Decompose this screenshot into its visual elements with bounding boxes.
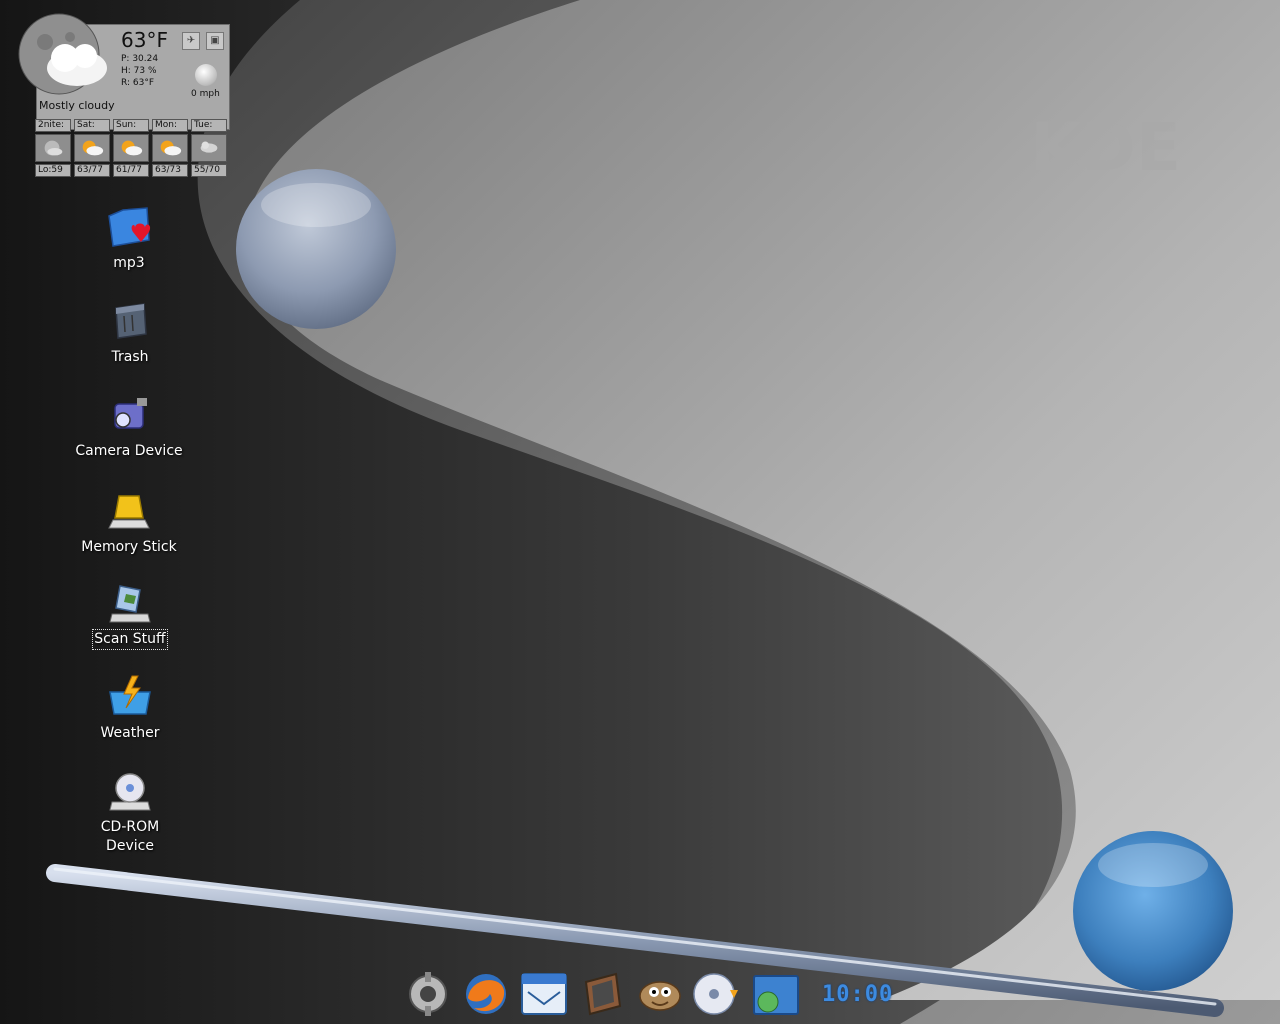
weather-radar-button[interactable]: ▣	[206, 32, 224, 50]
desktop-icon-memory-stick[interactable]: Memory Stick	[74, 488, 184, 557]
sun-cloud-icon	[113, 134, 149, 162]
cdrom-icon	[109, 773, 151, 811]
desktop-icon-label: Memory Stick	[81, 539, 177, 555]
wind-gauge-icon	[195, 64, 217, 86]
desktop-icon-weather[interactable]: Weather	[75, 674, 185, 743]
desktop-icon-label: Scan Stuff	[92, 629, 168, 650]
desktop-icon-camera[interactable]: Camera Device	[74, 392, 184, 461]
forecast-day: Sat: 63/77	[74, 119, 110, 177]
desktop-icon-trash[interactable]: Trash	[75, 298, 185, 367]
weather-forecast: 2nite: Lo:59 Sat: 63/77 Sun: 61/77 Mon: …	[35, 119, 231, 177]
trash-icon	[115, 303, 147, 339]
forecast-range: 61/77	[113, 164, 149, 177]
desktop-icon-label: Trash	[111, 349, 149, 365]
camera-icon	[114, 398, 147, 429]
moon-cloud-icon	[35, 134, 71, 162]
kde-menu-icon[interactable]	[402, 968, 454, 1020]
desktop-icon-cdrom[interactable]: CD-ROM Device	[75, 768, 185, 856]
memory-stick-icon	[108, 495, 150, 529]
desktop-icon-scan-stuff[interactable]: Scan Stuff	[75, 580, 185, 650]
forecast-range: 63/73	[152, 164, 188, 177]
humidity-reading: H: 73 %	[121, 66, 157, 76]
weather-folder-icon	[109, 675, 151, 715]
forecast-range: 55/70	[191, 164, 227, 177]
current-temperature: 63°F	[121, 28, 168, 52]
cd-burner-icon[interactable]	[692, 968, 744, 1020]
firefox-icon[interactable]	[460, 968, 512, 1020]
pressure-reading: P: 30.24	[121, 54, 159, 64]
forecast-range: Lo:59	[35, 164, 71, 177]
forecast-day: Mon: 63/73	[152, 119, 188, 177]
clock[interactable]: 10:00	[822, 982, 893, 1007]
file-manager-icon[interactable]	[750, 968, 802, 1020]
wind-speed: 0 mph	[191, 89, 220, 99]
forecast-day: Tue: 55/70	[191, 119, 227, 177]
sun-cloud-icon	[152, 134, 188, 162]
favorite-folder-icon	[108, 207, 151, 247]
forecast-day-label: Sat:	[74, 119, 110, 132]
konsole-icon[interactable]	[576, 968, 628, 1020]
forecast-day: Sun: 61/77	[113, 119, 149, 177]
sun-cloud-icon	[74, 134, 110, 162]
weather-condition: Mostly cloudy	[39, 99, 115, 112]
desktop-icon-label: mp3	[113, 255, 145, 271]
forecast-day-label: Sun:	[113, 119, 149, 132]
forecast-range: 63/77	[74, 164, 110, 177]
gimp-icon[interactable]	[634, 968, 686, 1020]
weather-widget[interactable]: 63°F P: 30.24 H: 73 % R: 63°F ✈ ▣ 0 mph …	[15, 12, 231, 178]
forecast-day-label: 2nite:	[35, 119, 71, 132]
desktop-icon-label: Weather	[100, 725, 160, 741]
cloud-icon	[191, 134, 227, 162]
mail-calendar-icon[interactable]	[518, 968, 570, 1020]
weather-map-button[interactable]: ✈	[182, 32, 200, 50]
desktop-icon-mp3[interactable]: mp3	[74, 204, 184, 273]
desktop-icon-label: Camera Device	[75, 443, 183, 459]
taskbar: 10:00	[398, 968, 892, 1020]
scanner-icon	[109, 585, 151, 623]
forecast-day-label: Mon:	[152, 119, 188, 132]
moon-cloud-icon	[18, 13, 107, 95]
kde-watermark: KDE	[1030, 109, 1181, 186]
realfeel-reading: R: 63°F	[121, 78, 154, 88]
forecast-day: 2nite: Lo:59	[35, 119, 71, 177]
forecast-day-label: Tue:	[191, 119, 227, 132]
desktop-icon-label: CD-ROM Device	[100, 819, 160, 854]
